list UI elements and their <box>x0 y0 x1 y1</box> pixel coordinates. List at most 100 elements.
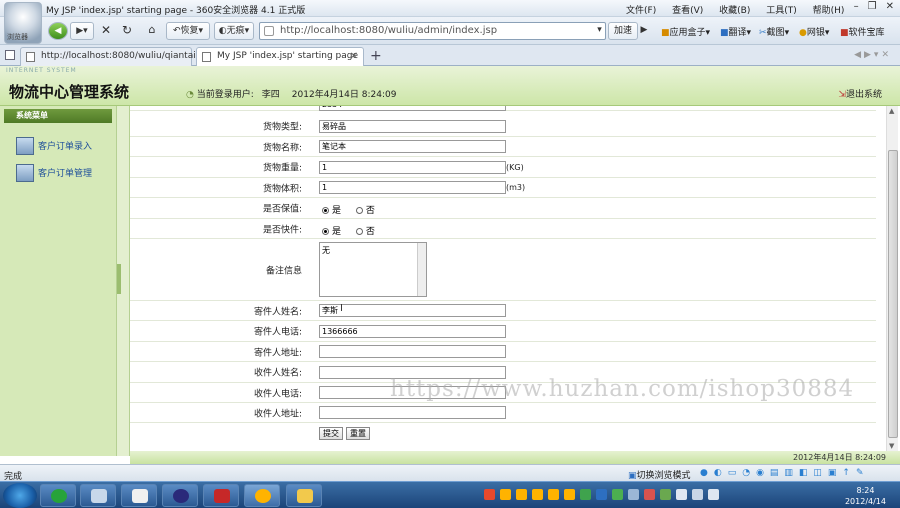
logout-link[interactable]: ⇲退出系统 <box>838 87 882 100</box>
volume-field[interactable]: 1 <box>319 181 506 194</box>
taskbar-toolbox[interactable] <box>203 484 239 507</box>
taskbar-eclipse[interactable] <box>162 484 198 507</box>
sidebar-heading: 系统菜单 <box>4 109 112 123</box>
submit-button[interactable]: 提交 <box>319 427 343 440</box>
tray-network-icon[interactable] <box>692 489 703 500</box>
insured-yes-radio[interactable] <box>322 207 329 214</box>
menu-help[interactable]: 帮助(H) <box>813 3 845 16</box>
restore-button[interactable]: ↶恢复▾ <box>166 22 210 40</box>
tray-volume-icon[interactable] <box>708 489 719 500</box>
express-yes-radio[interactable] <box>322 228 329 235</box>
sidebar-item-order-entry[interactable]: 客户订单录入 <box>16 137 92 157</box>
cargo-type-field[interactable]: 易碎品 <box>319 120 506 133</box>
no-trace-button[interactable]: ◐无痕▾ <box>214 22 254 40</box>
menu-tools[interactable]: 工具(T) <box>766 3 797 16</box>
menu-file[interactable]: 文件(F) <box>626 3 656 16</box>
tray-network-icon[interactable] <box>628 489 639 500</box>
taskbar-clock[interactable]: 8:24 2012/4/14 <box>845 485 886 507</box>
tray-qq-icon[interactable] <box>500 489 511 500</box>
tray-qq-icon[interactable] <box>532 489 543 500</box>
taskbar-qq[interactable] <box>244 484 280 507</box>
refresh-button[interactable]: ↻ <box>119 22 135 40</box>
new-tab-button[interactable]: + <box>370 48 382 64</box>
go-button[interactable]: ▶ <box>638 22 650 40</box>
tray-flag-icon[interactable] <box>676 489 687 500</box>
cargo-name-label: 货物名称: <box>262 143 302 153</box>
tray-app-icon[interactable] <box>644 489 655 500</box>
textarea-scrollbar[interactable] <box>417 243 426 296</box>
form-row-insured: 是否保值: 是 否 <box>130 198 876 219</box>
sidebar-item-label: 客户订单录入 <box>38 142 93 152</box>
taskbar-folder[interactable] <box>286 484 322 507</box>
reset-button[interactable]: 重置 <box>346 427 370 440</box>
tab-nav-icons[interactable]: ◀▶▾✕ <box>854 50 892 60</box>
tray-shield-icon[interactable] <box>612 489 623 500</box>
address-bar[interactable]: http://localhost:8080/wuliu/admin/index.… <box>259 22 606 40</box>
form-row-sender-phone: 寄件人电话: 1366666 <box>130 321 876 342</box>
scroll-up-icon[interactable]: ▲ <box>889 107 894 115</box>
menu-favorites[interactable]: 收藏(B) <box>719 3 750 16</box>
sender-phone-field[interactable]: 1366666 <box>319 325 506 338</box>
express-no-radio[interactable] <box>355 228 363 235</box>
sidebar-item-label: 客户订单管理 <box>38 169 93 179</box>
sender-address-field[interactable] <box>319 345 506 358</box>
netbank-button[interactable]: ●网银▾ <box>799 25 829 38</box>
tray-app-icon[interactable] <box>596 489 607 500</box>
splitter-handle[interactable] <box>117 264 121 294</box>
maximize-icon[interactable]: ❐ <box>868 1 877 12</box>
screenshot-button[interactable]: ✂截图▾ <box>759 25 789 38</box>
page-icon <box>202 52 211 62</box>
sender-name-field[interactable]: 李斯 <box>319 304 506 317</box>
taskbar-explorer-window[interactable] <box>80 484 116 507</box>
refresh-icon: ↻ <box>121 23 133 37</box>
cargo-type-label: 货物类型: <box>262 122 302 133</box>
tab-qiantai[interactable]: http://localhost:8080/wuliu/qiantai... <box>20 47 204 66</box>
sidebar-splitter[interactable] <box>116 106 130 456</box>
minimize-icon[interactable]: – <box>854 1 859 12</box>
address-dropdown[interactable]: ▾ <box>593 22 606 40</box>
tray-input-icon[interactable] <box>484 489 495 500</box>
weight-field[interactable]: 1 <box>319 161 506 174</box>
back-button[interactable]: ◀ <box>48 22 68 40</box>
close-tab-icon[interactable]: ✕ <box>350 48 358 65</box>
sidebar: 系统菜单 客户订单录入 客户订单管理 <box>0 106 116 456</box>
scrollbar-thumb[interactable] <box>888 150 898 438</box>
insured-no-radio[interactable] <box>355 207 363 214</box>
home-button[interactable]: ⌂ <box>144 22 160 40</box>
switch-mode-button[interactable]: ▣切换浏览模式 <box>628 468 691 481</box>
close-icon[interactable]: ✕ <box>886 1 894 12</box>
receiver-address-field[interactable] <box>319 406 506 419</box>
sidebar-item-order-manage[interactable]: 客户订单管理 <box>16 164 92 184</box>
remark-textarea[interactable]: 无 <box>319 242 427 297</box>
stop-button[interactable]: ✕ <box>98 22 114 40</box>
translate-button[interactable]: ■翻译▾ <box>720 25 751 38</box>
window-titlebar: My JSP 'index.jsp' starting page - 360安全… <box>0 0 900 17</box>
taskbar-notepad[interactable] <box>121 484 157 507</box>
app-title: 物流中心管理系统 <box>9 83 130 101</box>
switch-mode-icon: ▣ <box>628 471 637 481</box>
menu-view[interactable]: 查看(V) <box>672 3 703 16</box>
scroll-down-icon[interactable]: ▼ <box>889 442 894 450</box>
tray-qq-icon[interactable] <box>564 489 575 500</box>
tab-index[interactable]: My JSP 'index.jsp' starting page ✕ <box>196 47 364 66</box>
app-box-button[interactable]: ■应用盒子▾ <box>661 25 710 38</box>
tray-app-icon[interactable] <box>580 489 591 500</box>
accelerate-button[interactable]: 加速 <box>608 22 638 40</box>
start-button[interactable] <box>3 483 37 508</box>
tray-qq-icon[interactable] <box>548 489 559 500</box>
status-icons[interactable]: ●◐▭◔◉▤▥◧◫▣↑✎ <box>700 468 870 478</box>
sidebar-toggle-icon[interactable] <box>5 50 15 60</box>
forward-button[interactable]: ▶▾ <box>70 22 94 40</box>
cargo-name-field[interactable]: 笔记本 <box>319 140 506 153</box>
weight-unit: (KG) <box>506 163 524 172</box>
partial-field[interactable]: 2334 <box>319 106 506 111</box>
form-row-actions: 提交 重置 <box>130 423 876 444</box>
user-icon <box>16 164 34 182</box>
tray-app-icon[interactable] <box>660 489 671 500</box>
software-store-button[interactable]: ■软件宝库 <box>840 25 885 38</box>
volume-unit: (m3) <box>506 183 526 192</box>
page-scrollbar[interactable]: ▲ ▼ <box>886 106 898 451</box>
tray-qq-icon[interactable] <box>516 489 527 500</box>
browser-logo[interactable]: 浏览器 <box>4 2 42 44</box>
taskbar-ie[interactable] <box>40 484 76 507</box>
